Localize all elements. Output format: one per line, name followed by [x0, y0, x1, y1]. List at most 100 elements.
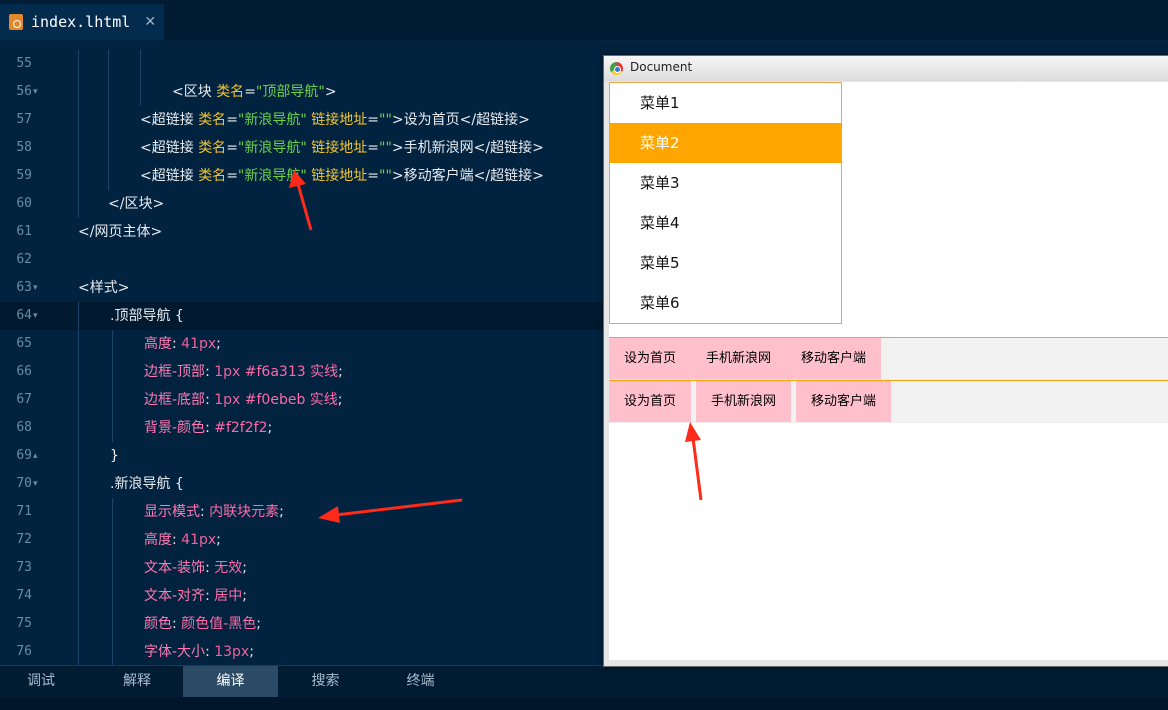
fold-icon[interactable]: ▾	[33, 274, 38, 302]
code-text: <超链接 类名="新浪导航" 链接地址="">移动客户端</超链接>	[140, 162, 544, 190]
fold-icon[interactable]: ▴	[33, 442, 38, 470]
code-token: 文本-对齐	[144, 588, 206, 604]
code-token: </网页主体>	[78, 224, 163, 240]
indent-guide	[112, 330, 113, 358]
top-nav-1: 设为首页 手机新浪网 移动客户端	[609, 337, 1168, 380]
file-tab[interactable]: index.lhtml ✕	[0, 4, 164, 40]
code-token: ;	[249, 644, 254, 660]
bottom-tab[interactable]: 解释	[92, 666, 182, 697]
code-token: 1px	[214, 392, 245, 408]
code-token: 边框-底部	[144, 392, 206, 408]
bottom-tab[interactable]: 终端	[373, 666, 468, 697]
fold-icon[interactable]: ▾	[33, 470, 38, 498]
code-token: 颜色	[144, 616, 172, 632]
code-token: :	[205, 364, 215, 380]
code-text: 显示模式: 内联块元素;	[144, 498, 284, 526]
indent-guide	[140, 50, 141, 78]
nav-link[interactable]: 移动客户端	[786, 338, 881, 379]
fold-icon[interactable]: ▾	[33, 78, 38, 106]
menu-item[interactable]: 菜单4	[610, 203, 841, 243]
code-token: ""	[379, 168, 392, 184]
nav-link[interactable]: 手机新浪网	[691, 338, 786, 379]
indent-guide	[78, 386, 79, 414]
indent-guide	[78, 582, 79, 610]
fold-icon[interactable]: ▾	[33, 302, 38, 330]
code-token: ""	[379, 112, 392, 128]
code-token: >	[324, 84, 337, 100]
indent-guide	[78, 554, 79, 582]
indent-guide	[78, 302, 79, 330]
code-token: 边框-顶部	[144, 364, 206, 380]
line-number: 62	[16, 252, 32, 267]
close-icon[interactable]: ✕	[144, 14, 156, 30]
nav-link[interactable]: 手机新浪网	[696, 381, 791, 422]
nav-link[interactable]: 设为首页	[609, 338, 691, 379]
code-token: 实线	[309, 392, 338, 408]
line-number: 55	[16, 56, 32, 71]
menu-item[interactable]: 菜单5	[610, 243, 841, 283]
indent-guide	[112, 498, 113, 526]
code-token: :	[172, 532, 182, 548]
code-text: }	[110, 442, 119, 470]
browser-titlebar[interactable]: Document	[604, 56, 1168, 81]
nav-link[interactable]: 移动客户端	[796, 381, 891, 422]
code-token: 类名	[198, 140, 227, 156]
code-token: :	[205, 392, 215, 408]
code-token: =	[226, 140, 238, 156]
indent-guide	[78, 470, 79, 498]
menu-item[interactable]: 菜单2	[610, 123, 841, 163]
code-token: "顶部导航"	[255, 84, 325, 100]
code-token: .顶部导航	[110, 308, 175, 324]
code-token: ;	[267, 420, 273, 436]
code-token: :	[205, 644, 215, 660]
code-token: 文本-装饰	[144, 560, 206, 576]
code-token: =	[226, 112, 238, 128]
line-number: 68	[16, 420, 32, 435]
code-token: 类名	[216, 84, 245, 100]
indent-guide	[78, 78, 79, 106]
code-token: .新浪导航 {	[110, 476, 184, 492]
code-token: 字体-大小	[144, 644, 206, 660]
bottom-tab[interactable]: 编译	[183, 666, 278, 697]
indent-guide	[108, 78, 109, 106]
code-token: </区块>	[108, 196, 165, 212]
code-token: >移动客户端</超链接>	[391, 168, 544, 184]
menu-item[interactable]: 菜单6	[610, 283, 841, 323]
code-token: <超链接	[140, 168, 199, 184]
bottom-tab[interactable]: 调试	[0, 666, 82, 697]
code-text: 边框-底部: 1px #f0ebeb 实线;	[144, 386, 343, 414]
code-token: :	[172, 336, 182, 352]
browser-window: Document 菜单1 菜单2 菜单3 菜单4 菜单5 菜单6 设为首页 手机新浪网 移动客…	[603, 55, 1168, 667]
indent-guide	[78, 330, 79, 358]
code-token: 41px	[181, 336, 217, 352]
menu-item[interactable]: 菜单1	[610, 83, 841, 123]
line-number: 75	[16, 616, 32, 631]
line-number: 61	[16, 224, 32, 239]
line-number: 71	[16, 504, 32, 519]
code-token: 1px	[214, 364, 245, 380]
code-token: "新浪导航"	[237, 140, 307, 156]
code-token: =	[226, 168, 238, 184]
line-number: 56	[16, 84, 32, 99]
chrome-icon	[610, 62, 623, 75]
code-token: :	[205, 420, 215, 436]
line-number: 76	[16, 644, 32, 659]
line-number: 67	[16, 392, 32, 407]
indent-guide	[78, 526, 79, 554]
indent-guide	[78, 358, 79, 386]
bottom-tab[interactable]: 搜索	[278, 666, 373, 697]
indent-guide	[112, 582, 113, 610]
nav-link[interactable]: 设为首页	[609, 381, 691, 422]
code-text: 文本-装饰: 无效;	[144, 554, 247, 582]
menu-item[interactable]: 菜单3	[610, 163, 841, 203]
code-text: <超链接 类名="新浪导航" 链接地址="">手机新浪网</超链接>	[140, 134, 544, 162]
code-token: 无效	[214, 560, 243, 576]
code-text: <区块 类名="顶部导航">	[172, 78, 337, 106]
code-token: ;	[337, 392, 343, 408]
code-token: ;	[256, 616, 261, 632]
code-token: 类名	[198, 168, 227, 184]
code-token: >手机新浪网</超链接>	[391, 140, 544, 156]
annotation-arrow-nav-icon	[685, 422, 703, 501]
line-number: 73	[16, 560, 32, 575]
indent-guide	[78, 134, 79, 162]
